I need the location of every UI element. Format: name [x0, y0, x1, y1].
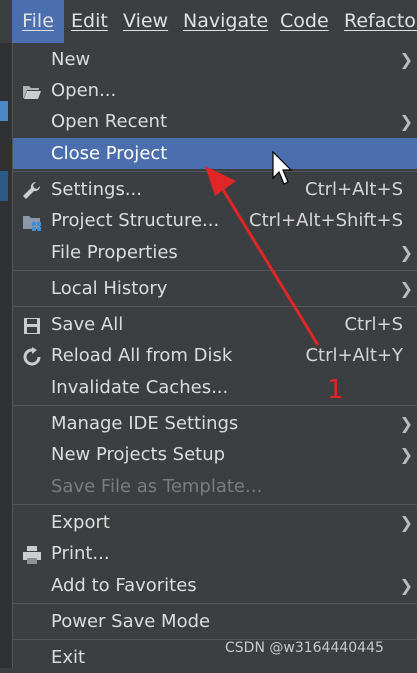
- reload-icon: [22, 346, 42, 366]
- menu-item-project-structure[interactable]: Project Structure... Ctrl+Alt+Shift+S: [13, 205, 417, 236]
- menu-code-label: Code: [280, 10, 329, 32]
- menu-item-manage-ide-settings[interactable]: Manage IDE Settings ❯: [13, 408, 417, 439]
- folder-open-icon: [22, 81, 42, 101]
- menu-file-label: File: [22, 10, 54, 32]
- printer-icon: [22, 544, 42, 564]
- project-structure-icon: [22, 211, 42, 231]
- submenu-arrow-icon: ❯: [399, 513, 413, 532]
- menu-item-print[interactable]: Print...: [13, 538, 417, 569]
- menu-item-open-recent[interactable]: Open Recent ❯: [13, 106, 417, 137]
- menu-item-label: Open Recent: [51, 111, 168, 132]
- menu-file[interactable]: File: [12, 0, 64, 43]
- menu-item-label: Export: [51, 512, 110, 533]
- menu-item-new-projects-setup[interactable]: New Projects Setup ❯: [13, 439, 417, 470]
- menu-item-shortcut: Ctrl+Alt+S: [305, 179, 403, 200]
- submenu-arrow-icon: ❯: [399, 279, 413, 298]
- menu-item-add-to-favorites[interactable]: Add to Favorites ❯: [13, 570, 417, 601]
- menu-item-label: Power Save Mode: [51, 611, 211, 632]
- menu-item-save-all[interactable]: Save All Ctrl+S: [13, 309, 417, 340]
- menu-item-label: File Properties: [51, 242, 178, 263]
- menu-code[interactable]: Code: [280, 0, 329, 43]
- submenu-arrow-icon: ❯: [399, 112, 413, 131]
- menu-separator: [13, 603, 417, 604]
- edge-tool-icon: [0, 171, 8, 201]
- menu-item-local-history[interactable]: Local History ❯: [13, 273, 417, 304]
- menu-navigate[interactable]: Navigate: [183, 0, 268, 43]
- ide-left-edge: [0, 43, 12, 668]
- menu-item-label: Manage IDE Settings: [51, 413, 239, 434]
- menu-separator: [13, 270, 417, 271]
- menu-item-label: Close Project: [51, 143, 168, 164]
- submenu-arrow-icon: ❯: [399, 445, 413, 464]
- menu-item-label: Project Structure...: [51, 210, 220, 231]
- menu-separator: [13, 405, 417, 406]
- menu-item-export[interactable]: Export ❯: [13, 507, 417, 538]
- menu-item-label: Print...: [51, 543, 110, 564]
- file-menu-dropdown: New ❯ Open... Open Recent ❯ Close Projec…: [12, 43, 417, 668]
- submenu-arrow-icon: ❯: [399, 414, 413, 433]
- menu-item-settings[interactable]: Settings... Ctrl+Alt+S: [13, 174, 417, 205]
- annotation-number: 1: [327, 375, 344, 405]
- menu-item-label: Save All: [51, 314, 124, 335]
- menu-separator: [13, 171, 417, 172]
- menu-item-power-save-mode[interactable]: Power Save Mode: [13, 606, 417, 637]
- menu-edit[interactable]: Edit: [71, 0, 108, 43]
- menu-item-label: Save File as Template...: [51, 476, 263, 497]
- menu-item-label: Open...: [51, 80, 117, 101]
- menu-view[interactable]: View: [123, 0, 168, 43]
- menu-bar: File Edit View Navigate Code Refactor: [0, 0, 417, 44]
- menu-item-new[interactable]: New ❯: [13, 44, 417, 75]
- submenu-arrow-icon: ❯: [399, 576, 413, 595]
- menu-item-close-project[interactable]: Close Project: [13, 138, 417, 169]
- menu-item-shortcut: Ctrl+Alt+Shift+S: [249, 210, 403, 231]
- menu-item-label: Reload All from Disk: [51, 345, 233, 366]
- menu-item-label: Settings...: [51, 179, 142, 200]
- menu-item-label: Exit: [51, 647, 86, 668]
- menu-item-invalidate-caches[interactable]: Invalidate Caches...: [13, 372, 417, 403]
- menu-item-label: New: [51, 49, 91, 70]
- wrench-icon: [22, 180, 42, 200]
- menu-item-file-properties[interactable]: File Properties ❯: [13, 237, 417, 268]
- menu-item-label: Invalidate Caches...: [51, 377, 229, 398]
- menu-view-label: View: [123, 10, 169, 32]
- floppy-disk-icon: [22, 315, 42, 335]
- edge-tool-icon: [0, 101, 8, 121]
- submenu-arrow-icon: ❯: [399, 50, 413, 69]
- menu-item-label: New Projects Setup: [51, 444, 226, 465]
- menu-item-label: Local History: [51, 278, 168, 299]
- menu-edit-label: Edit: [71, 10, 108, 32]
- menu-separator: [13, 306, 417, 307]
- menu-item-reload-all[interactable]: Reload All from Disk Ctrl+Alt+Y: [13, 340, 417, 371]
- watermark: CSDN @w3164440445: [225, 640, 384, 656]
- menu-item-open[interactable]: Open...: [13, 75, 417, 106]
- menu-navigate-label: Navigate: [183, 10, 269, 32]
- menu-refactor[interactable]: Refactor: [344, 0, 417, 43]
- menu-separator: [13, 504, 417, 505]
- menu-refactor-label: Refactor: [344, 10, 417, 32]
- submenu-arrow-icon: ❯: [399, 243, 413, 262]
- menu-item-shortcut: Ctrl+Alt+Y: [305, 345, 403, 366]
- menu-item-shortcut: Ctrl+S: [344, 314, 403, 335]
- menu-item-label: Add to Favorites: [51, 575, 197, 596]
- menu-item-save-file-as-template: Save File as Template...: [13, 471, 417, 502]
